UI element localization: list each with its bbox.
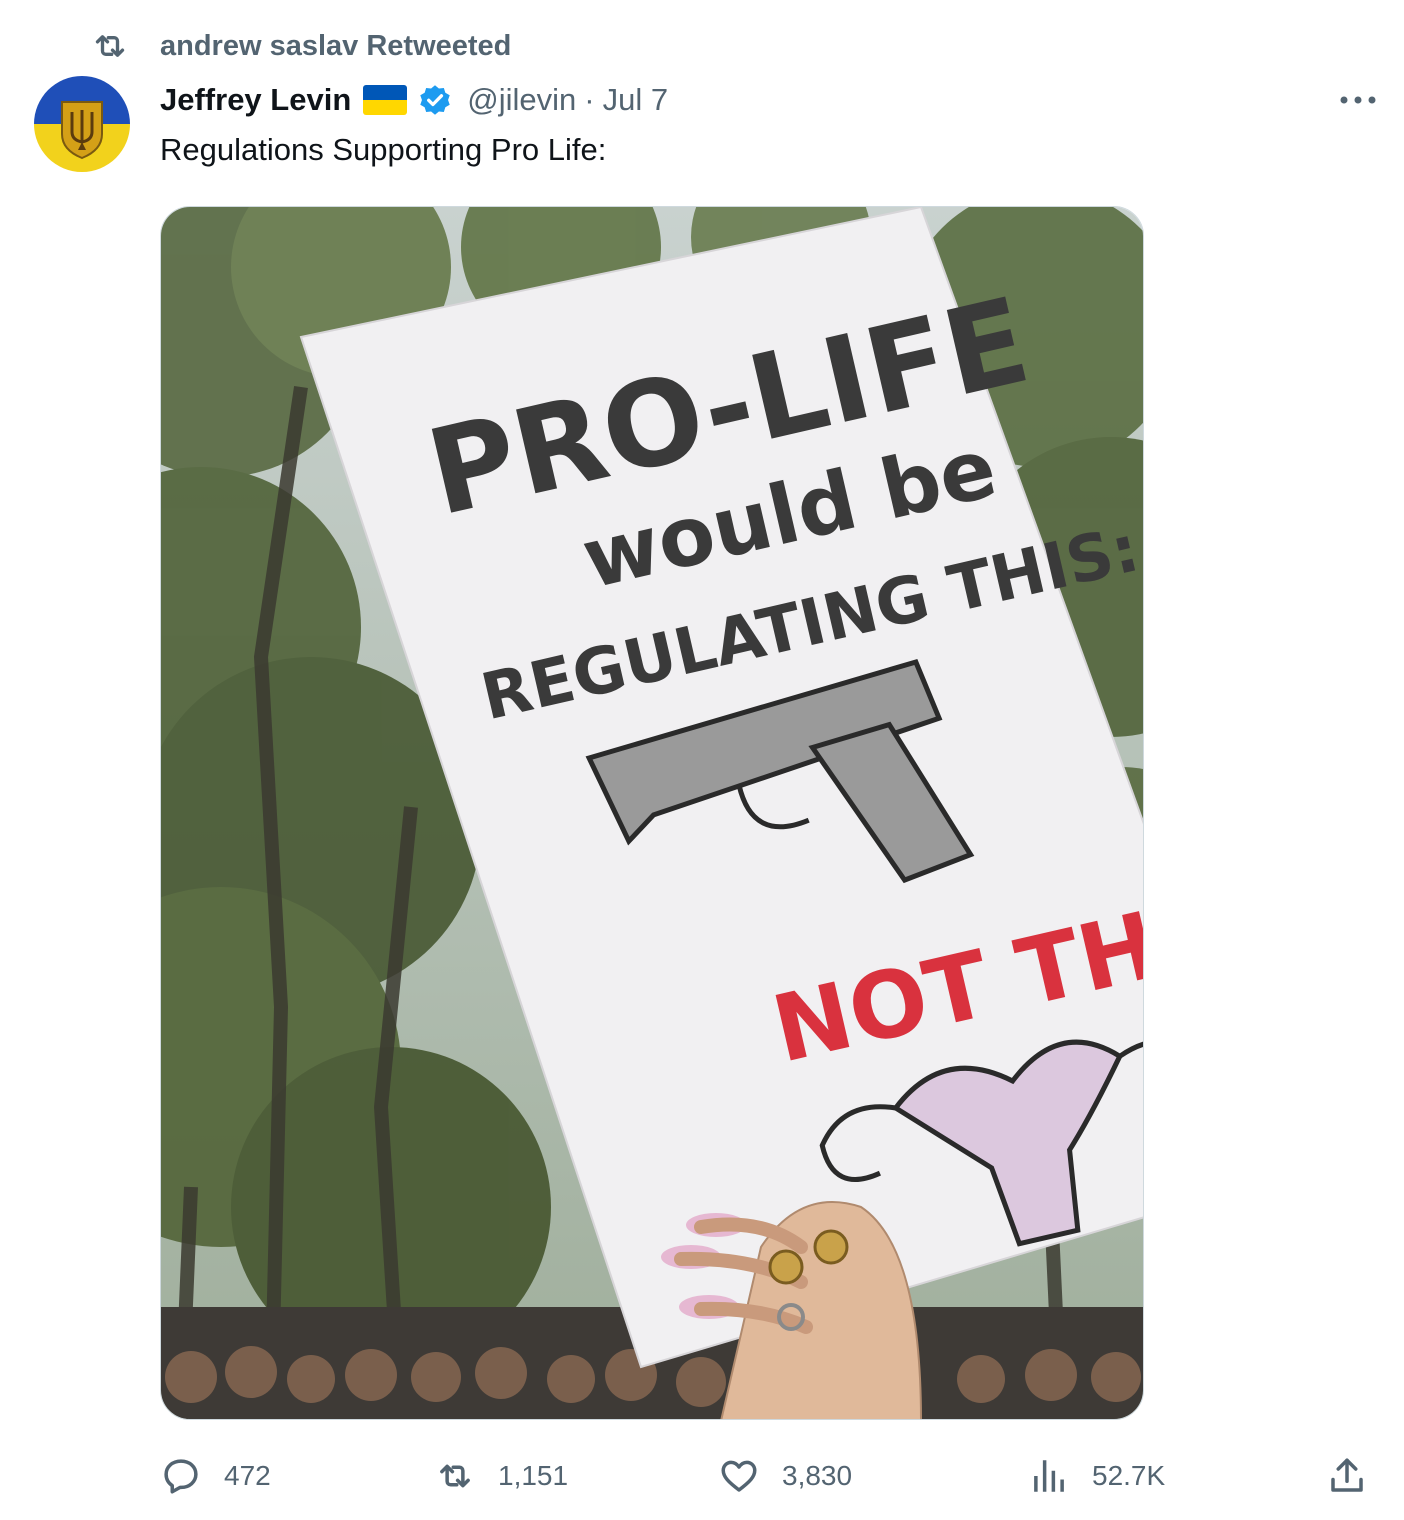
ukraine-flag-icon (363, 85, 408, 115)
views-button[interactable]: 52.7K (1028, 1450, 1165, 1502)
tweet-header: Jeffrey Levin @jilevin · Jul 7 (160, 78, 668, 122)
author-handle[interactable]: @jilevin (467, 82, 576, 118)
like-count: 3,830 (782, 1460, 853, 1491)
retweet-count: 1,151 (498, 1460, 569, 1491)
author-display-name[interactable]: Jeffrey Levin (160, 82, 351, 118)
views-chart-icon (1034, 1460, 1064, 1492)
retweet-icon (440, 1464, 470, 1488)
more-options-button[interactable] (1336, 84, 1380, 116)
share-button[interactable] (1326, 1450, 1368, 1502)
protest-sign-photo: PRO-LIFE would be REGULATING THIS: NOT T… (161, 207, 1143, 1419)
retweet-icon (95, 35, 125, 57)
retweet-banner[interactable]: andrew saslav Retweeted (90, 26, 511, 66)
separator-dot: · (584, 82, 595, 117)
like-button[interactable]: 3,830 (718, 1450, 852, 1502)
reply-button[interactable]: 472 (160, 1450, 271, 1502)
retweet-button[interactable]: 1,151 (434, 1450, 568, 1502)
reply-count: 472 (224, 1460, 271, 1491)
reply-icon (164, 1459, 198, 1494)
tweet-date[interactable]: Jul 7 (603, 82, 668, 118)
tweet-media-photo[interactable]: PRO-LIFE would be REGULATING THIS: NOT T… (160, 206, 1144, 1420)
retweet-label: andrew saslav Retweeted (160, 29, 512, 62)
views-count: 52.7K (1092, 1460, 1166, 1491)
tweet-text: Regulations Supporting Pro Life: (160, 132, 607, 167)
avatar[interactable] (34, 76, 130, 172)
verified-badge-icon[interactable] (417, 82, 453, 118)
share-icon (1331, 1458, 1363, 1492)
heart-icon (721, 1460, 757, 1492)
tweet-action-bar: 472 1,151 3,830 52.7K (0, 1450, 1404, 1502)
ukraine-trident-avatar (34, 76, 130, 172)
more-options-icon (1340, 96, 1376, 104)
